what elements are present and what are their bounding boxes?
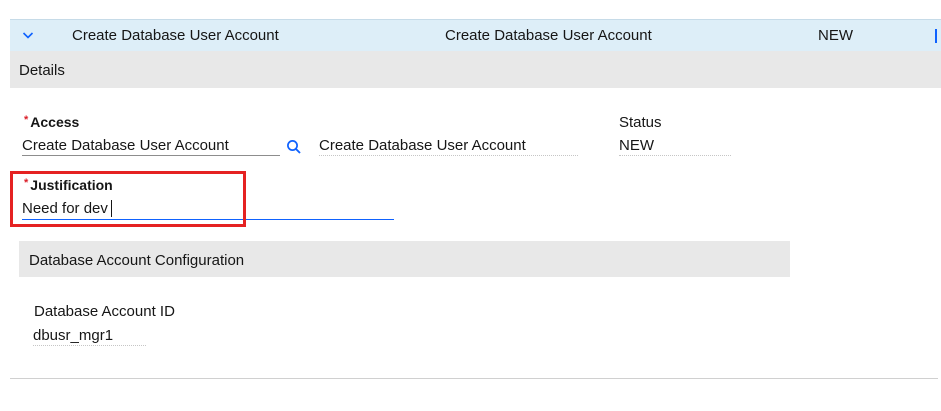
access-input[interactable]: Create Database User Account (22, 137, 229, 154)
status-underline (619, 155, 731, 156)
access-input-underline (22, 155, 280, 156)
details-title: Details (19, 62, 65, 79)
access-description-underline (319, 155, 578, 156)
highlight-annotation (10, 171, 246, 227)
record-row-header[interactable]: Create Database User Account Create Data… (10, 19, 941, 52)
status-label: Status (619, 114, 662, 131)
db-config-section-header: Database Account Configuration (19, 241, 790, 277)
request-detail-panel: Create Database User Account Create Data… (0, 0, 941, 411)
access-label-text: Access (30, 114, 80, 130)
access-label: * Access (24, 114, 79, 130)
status-value: NEW (619, 137, 654, 154)
chevron-down-icon[interactable] (20, 27, 36, 43)
required-indicator: * (24, 114, 29, 126)
row-access-name: Create Database User Account (72, 27, 279, 44)
divider (10, 378, 938, 379)
row-action-edge[interactable] (935, 29, 937, 43)
db-config-title: Database Account Configuration (29, 252, 245, 269)
row-access-description: Create Database User Account (445, 27, 652, 44)
row-status: NEW (818, 27, 853, 44)
db-account-id-underline (33, 345, 146, 346)
db-account-id-value: dbusr_mgr1 (33, 327, 114, 344)
access-description: Create Database User Account (319, 137, 526, 154)
search-icon[interactable] (285, 138, 303, 156)
details-section-header: Details (10, 51, 941, 88)
db-account-id-label: Database Account ID (34, 303, 175, 320)
